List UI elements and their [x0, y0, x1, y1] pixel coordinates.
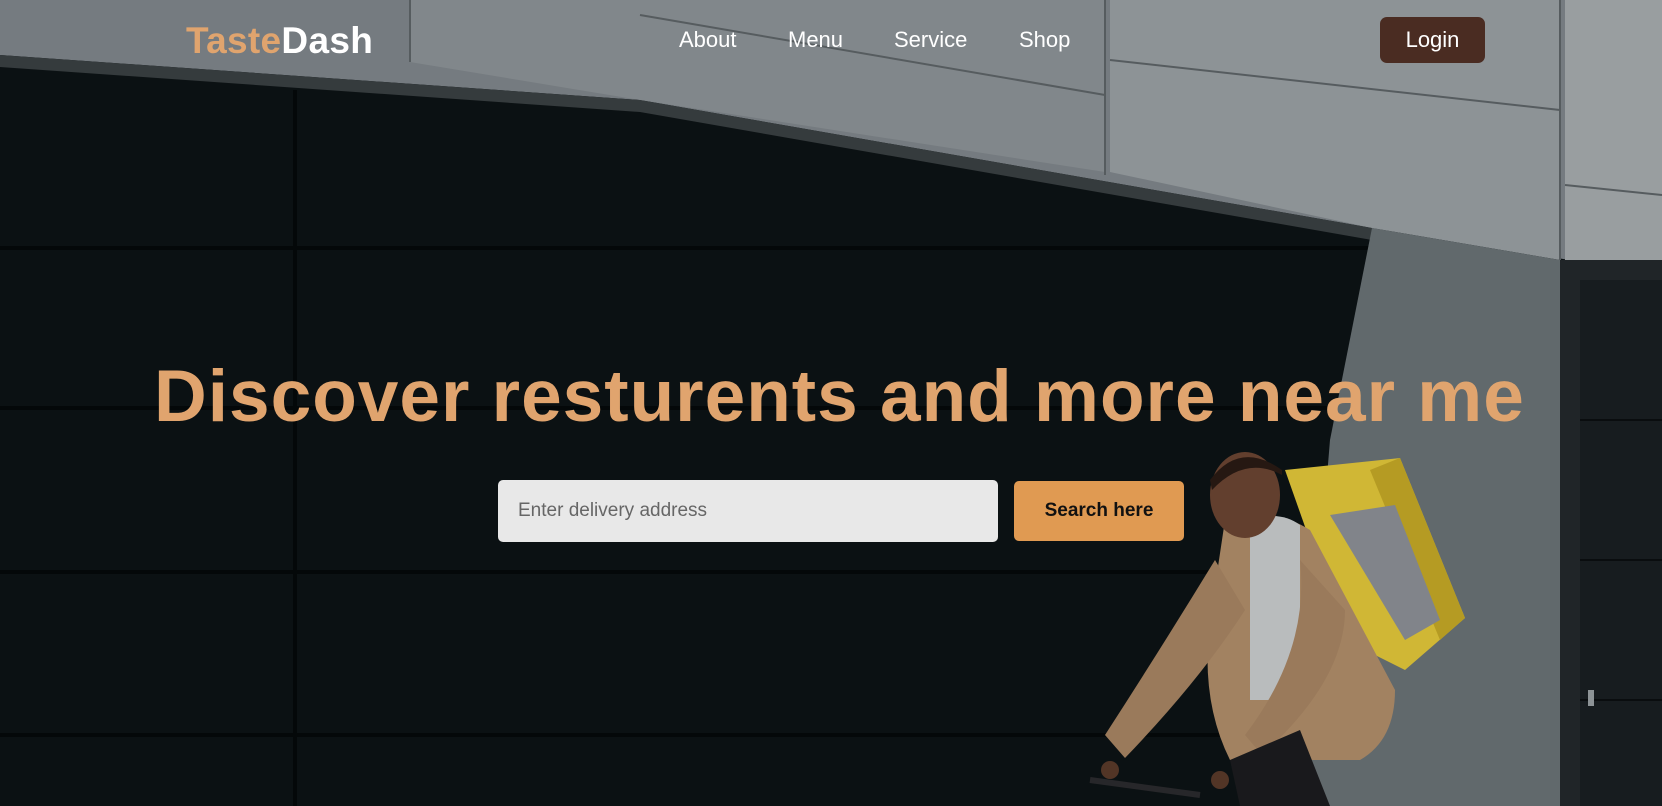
delivery-address-input[interactable]: [498, 480, 998, 542]
brand-part1: Taste: [186, 20, 282, 61]
top-nav: TasteDash About Menu Service Shop Login: [0, 0, 1662, 80]
brand-logo[interactable]: TasteDash: [186, 20, 373, 62]
nav-link-service[interactable]: Service: [894, 27, 967, 53]
brand-part2: Dash: [281, 20, 374, 61]
nav-link-menu[interactable]: Menu: [788, 27, 843, 53]
login-button[interactable]: Login: [1380, 17, 1485, 63]
nav-link-shop[interactable]: Shop: [1019, 27, 1070, 53]
search-button[interactable]: Search here: [1014, 481, 1184, 541]
nav-link-about[interactable]: About: [679, 27, 737, 53]
hero-headline: Discover resturents and more near me: [154, 356, 1525, 437]
